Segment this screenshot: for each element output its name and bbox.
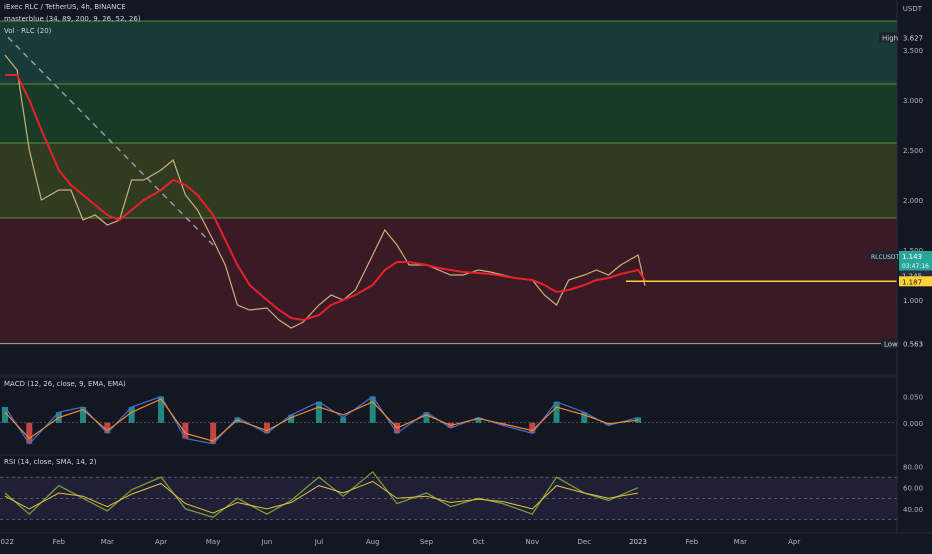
time-axis-tick: Oct	[472, 538, 484, 546]
time-axis-tick: Mar	[734, 538, 747, 546]
time-axis-tick: Jul	[314, 538, 324, 546]
price-axis-tick: 3.000	[903, 97, 923, 105]
price-countdown: 03:47:16	[902, 263, 929, 270]
symbol-badge: RLCUSDT	[871, 254, 900, 261]
time-axis-tick: Feb	[686, 538, 699, 546]
macd-axis-tick: 0.000	[903, 420, 923, 428]
rsi-axis-tick: 40.00	[903, 506, 923, 514]
chart-root[interactable]: 3.5003.0002.5002.0001.5001.000High3.627L…	[0, 0, 932, 550]
time-axis-tick: Jun	[260, 538, 272, 546]
macd-histogram-bar	[340, 417, 347, 423]
price-axis-tick: 3.500	[903, 47, 923, 55]
macd-histogram-bar	[315, 401, 322, 423]
time-axis-tick: Aug	[366, 538, 380, 546]
time-axis-tick: May	[206, 538, 220, 546]
chart-canvas[interactable]: 3.5003.0002.5002.0001.5001.000High3.627L…	[0, 0, 932, 550]
price-axis-tick: 2.000	[903, 197, 923, 205]
current-price: 1.143	[902, 253, 922, 261]
time-axis-tick: Feb	[53, 538, 66, 546]
time-axis-tick: 2023	[629, 538, 647, 546]
high-value: 3.627	[903, 34, 923, 42]
level-label-2: 1.187	[902, 278, 922, 286]
time-axis-tick: Mar	[101, 538, 114, 546]
low-label: Low	[884, 341, 898, 349]
macd-legend: MACD (12, 26, close, 9, EMA, EMA)	[4, 380, 126, 388]
symbol-title: iExec RLC / TetherUS, 4h, BINANCE	[4, 3, 126, 11]
low-value: 0.563	[903, 341, 923, 349]
time-axis-tick: 2022	[0, 538, 14, 546]
price-axis-tick: 1.000	[903, 297, 923, 305]
volume-legend: Vol · RLC (20)	[4, 27, 52, 35]
time-axis-tick: Apr	[788, 538, 800, 546]
price-zone	[0, 21, 897, 84]
time-axis-tick: Sep	[420, 538, 434, 546]
indicator-legend: masterblue (34, 89, 200, 9, 26, 52, 26)	[4, 15, 141, 23]
rsi-axis-tick: 80.00	[903, 464, 923, 472]
currency-label: USDT	[902, 5, 922, 13]
price-axis-tick: 2.500	[903, 147, 923, 155]
rsi-legend: RSI (14, close, SMA, 14, 2)	[4, 458, 97, 466]
rsi-axis-tick: 60.00	[903, 485, 923, 493]
price-zone	[0, 84, 897, 143]
time-axis-tick: Apr	[155, 538, 167, 546]
macd-axis-tick: 0.050	[903, 394, 923, 402]
high-label: High	[882, 34, 898, 42]
time-axis-tick: Nov	[525, 538, 539, 546]
time-axis-tick: Dec	[578, 538, 592, 546]
